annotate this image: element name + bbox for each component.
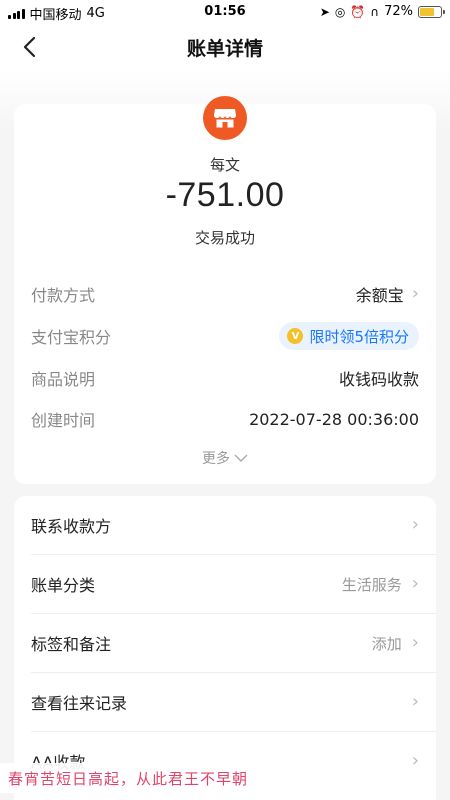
row-label: 支付宝积分	[31, 328, 112, 347]
list-item-label: 账单分类	[31, 576, 96, 595]
transaction-history-item[interactable]: 查看往来记录 ›	[31, 673, 436, 731]
tags-notes-item[interactable]: 标签和备注 添加 ›	[31, 614, 436, 672]
points-promo-button[interactable]: V 限时领5倍积分	[279, 322, 419, 350]
battery-icon	[418, 5, 445, 18]
chevron-down-icon	[234, 454, 248, 462]
chevron-right-icon: ›	[411, 750, 419, 771]
chevron-right-icon: ›	[411, 632, 419, 653]
product-description-value: 收钱码收款	[338, 370, 419, 389]
more-label: 更多	[202, 451, 230, 467]
merchant-name: 每文	[209, 156, 240, 174]
more-button[interactable]: 更多	[14, 448, 436, 468]
alarm-icon: ⏰	[350, 4, 366, 19]
tags-notes-value: 添加	[371, 634, 402, 653]
chevron-right-icon: ›	[411, 283, 419, 304]
payment-method-value: 余额宝	[355, 286, 404, 305]
status-bar: 中国移动 4G 01:56 ➤ ◎ ⏰ ∩ 72%	[0, 0, 450, 24]
lock-rotation-icon: ◎	[334, 4, 346, 19]
chevron-right-icon: ›	[411, 691, 419, 712]
created-time-row: 创建时间 2022-07-28 00:36:00	[31, 407, 419, 431]
page-title: 账单详情	[186, 38, 263, 60]
actions-card: 联系收款方 › 账单分类 生活服务› 标签和备注 添加› 查看往来记录 › AA…	[14, 496, 436, 800]
watermark-text: 春宵苦短日高起，从此君王不早朝	[0, 763, 300, 793]
chevron-right-icon: ›	[411, 573, 419, 594]
points-coin-icon: V	[287, 328, 304, 344]
bill-category-value: 生活服务	[341, 575, 402, 594]
row-label: 创建时间	[31, 411, 96, 430]
payment-method-row[interactable]: 付款方式 余额宝 ›	[31, 282, 419, 306]
battery-fill	[420, 7, 435, 16]
battery-percent: 72%	[384, 4, 413, 19]
chevron-right-icon: ›	[411, 514, 419, 535]
contact-payee-item[interactable]: 联系收款方 ›	[31, 496, 436, 554]
product-description-row: 商品说明 收钱码收款	[31, 366, 419, 390]
points-promo-label: 限时领5倍积分	[309, 327, 409, 346]
row-value: 余额宝 ›	[356, 282, 419, 306]
row-label: 商品说明	[31, 370, 96, 389]
store-icon	[203, 96, 247, 140]
created-time-value: 2022-07-28 00:36:00	[249, 409, 419, 429]
bill-category-item[interactable]: 账单分类 生活服务 ›	[31, 555, 436, 613]
transaction-summary-card: 每文 -751.00 交易成功 付款方式 余额宝 › 支付宝积分 V 限时领5倍…	[14, 96, 436, 484]
row-label: 付款方式	[31, 286, 96, 305]
nav-bar: 账单详情	[0, 24, 450, 70]
transaction-status: 交易成功	[194, 229, 255, 247]
list-item-label: 标签和备注	[31, 635, 112, 654]
list-item-label: 查看往来记录	[31, 694, 128, 713]
list-item-label: 联系收款方	[31, 517, 112, 536]
transaction-amount: -751.00	[165, 176, 285, 214]
headphones-icon: ∩	[370, 4, 380, 19]
status-right: ➤ ◎ ⏰ ∩ 72%	[319, 4, 445, 19]
alipay-points-row: 支付宝积分 V 限时领5倍积分	[31, 322, 419, 350]
location-icon: ➤	[319, 4, 330, 19]
